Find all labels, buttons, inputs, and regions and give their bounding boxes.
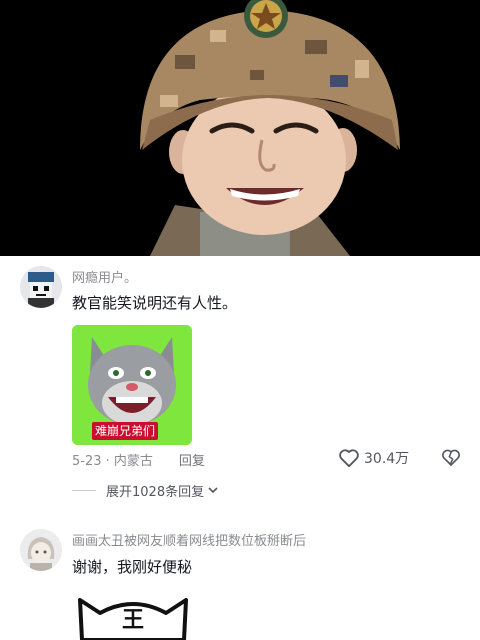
anime-sketch-avatar-icon [20, 529, 62, 571]
like-count: 30.4万 [364, 451, 410, 467]
comment-text: 谢谢，我刚好便秘 [72, 558, 193, 576]
comment-date-location: 5-23 · 内蒙古 [72, 453, 153, 469]
reply-button[interactable]: 回复 [179, 450, 205, 469]
soldier-photo-icon [0, 0, 480, 256]
comment-username[interactable]: 画画太丑被网友顺着网线把数位板掰断后 [72, 530, 306, 549]
divider-line [72, 489, 96, 491]
avatar[interactable] [20, 529, 62, 571]
comment-meta: 5-23 · 内蒙古 回复 [72, 449, 205, 469]
sticker-caption: 难崩兄弟们 [92, 422, 159, 440]
video-photo[interactable] [0, 0, 480, 256]
like-button[interactable]: 30.4万 [338, 447, 409, 469]
comment-text: 教官能笑说明还有人性。 [72, 294, 238, 312]
pixel-character-avatar-icon [20, 266, 62, 308]
avatar[interactable] [20, 266, 62, 308]
expand-replies-label: 展开1028条回复 [106, 484, 205, 500]
expand-replies-button[interactable]: 展开1028条回复 [72, 480, 219, 500]
comment-sticker[interactable]: 王 [72, 585, 194, 640]
chevron-down-icon [208, 487, 218, 494]
comment-sticker[interactable]: 难崩兄弟们 [72, 325, 192, 445]
cartoon-tiger-sticker-icon: 王 [78, 598, 188, 640]
broken-heart-icon [442, 449, 460, 466]
heart-outline-icon [339, 449, 359, 468]
dislike-button[interactable] [441, 448, 461, 471]
tiger-forehead-mark: 王 [122, 608, 144, 633]
comment-username[interactable]: 网瘾用户。 [72, 267, 137, 286]
